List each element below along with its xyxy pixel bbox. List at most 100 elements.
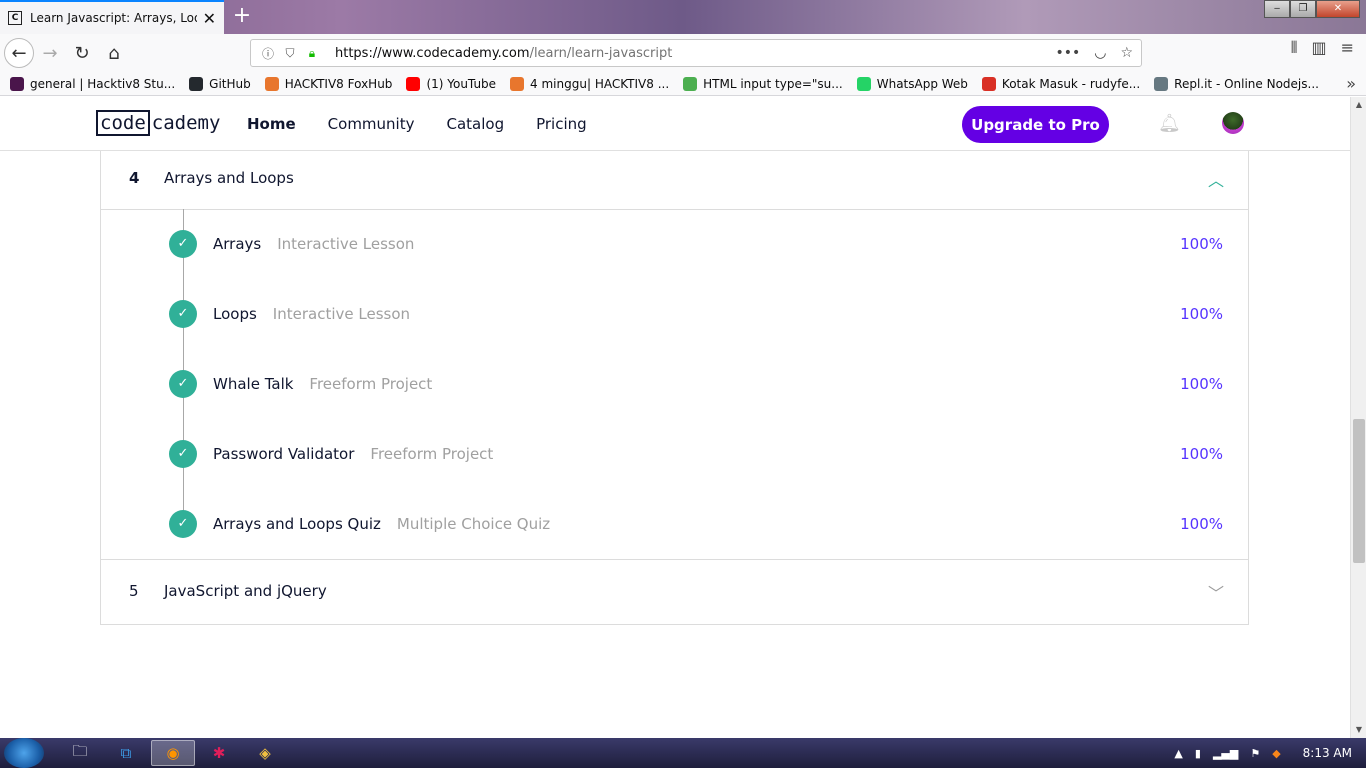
info-icon[interactable]: ⓘ [259, 45, 277, 62]
site-nav: Home Community Catalog Pricing [247, 97, 587, 151]
close-window-button[interactable]: ✕ [1316, 0, 1360, 18]
vscode-icon[interactable]: ⧉ [104, 740, 148, 766]
bookmark-label: (1) YouTube [426, 76, 497, 91]
bookmark-item[interactable]: (1) YouTube [406, 76, 497, 91]
lesson-row[interactable]: ✓ Arrays and Loops Quiz Multiple Choice Qu… [101, 489, 1248, 559]
nav-home[interactable]: Home [247, 115, 296, 133]
gitkraken-icon[interactable]: ◈ [243, 740, 287, 766]
bookmark-item[interactable]: WhatsApp Web [856, 76, 968, 91]
bookmark-label: HTML input type="su... [703, 76, 843, 91]
tracking-shield-icon[interactable]: ⛉ [281, 46, 299, 61]
bookmark-label: general | Hacktiv8 Stu... [30, 76, 176, 91]
notification-bell-icon[interactable]: 🔔︎ [1158, 113, 1181, 135]
library-icon[interactable]: ⫴ [1291, 38, 1298, 58]
nav-catalog[interactable]: Catalog [447, 115, 505, 133]
url-text[interactable]: https://www.codecademy.com/learn/learn-j… [335, 46, 1055, 61]
close-tab-icon[interactable]: ✕ [203, 9, 216, 28]
bookmark-item[interactable]: GitHub [189, 76, 251, 91]
file-explorer-icon[interactable]: 🗀 [58, 740, 102, 766]
page-content: code cademy Home Community Catalog Pricin… [0, 97, 1350, 738]
vertical-scrollbar[interactable]: ▲ ▼ [1350, 97, 1366, 738]
reload-button[interactable]: ↻ [66, 37, 98, 69]
tab-title: Learn Javascript: Arrays, Loops [30, 11, 197, 25]
url-path: /learn/learn-javascript [529, 45, 673, 61]
url-bar[interactable]: ⓘ ⛉ 🔒︎ https://www.codecademy.com/learn/… [250, 39, 1142, 67]
show-hidden-icons-icon[interactable]: ▲ [1174, 747, 1182, 760]
lesson-row[interactable]: ✓ Loops Interactive Lesson 100% [101, 279, 1248, 349]
youtube-icon [406, 76, 421, 91]
new-tab-button[interactable]: + [230, 4, 254, 28]
forward-button[interactable]: → [34, 37, 66, 69]
fox-icon [264, 76, 279, 91]
bookmark-label: Repl.it - Online Nodejs... [1174, 76, 1319, 91]
checkmark-icon: ✓ [169, 370, 197, 398]
lesson-type: Interactive Lesson [277, 235, 415, 253]
bookmark-item[interactable]: general | Hacktiv8 Stu... [10, 76, 176, 91]
logo-cademy: cademy [151, 112, 221, 134]
lesson-title[interactable]: Arrays and Loops Quiz Multiple Choice Qui… [213, 515, 550, 533]
sidebar-icon[interactable]: ▥ [1311, 38, 1326, 58]
checkmark-icon: ✓ [169, 440, 197, 468]
module-5-header[interactable]: 5 JavaScript and jQuery ﹀ [100, 559, 1249, 625]
codecademy-logo[interactable]: code cademy [96, 110, 220, 136]
browser-tab-active[interactable]: C Learn Javascript: Arrays, Loops ✕ [0, 0, 224, 34]
bookmark-item[interactable]: Kotak Masuk - rudyfe... [981, 76, 1141, 91]
lesson-title[interactable]: Password Validator Freeform Project [213, 445, 493, 463]
pocket-icon[interactable]: ◡ [1094, 45, 1106, 61]
bookmark-item[interactable]: HACKTIV8 FoxHub [264, 76, 392, 91]
lesson-list: ✓ Arrays Interactive Lesson 100% ✓ Loops Inter… [100, 209, 1249, 559]
scroll-up-icon[interactable]: ▲ [1351, 97, 1366, 113]
lesson-row[interactable]: ✓ Password Validator Freeform Project 100% [101, 419, 1248, 489]
lesson-row[interactable]: ✓ Whale Talk Freeform Project 100% [101, 349, 1248, 419]
lesson-row[interactable]: ✓ Arrays Interactive Lesson 100% [101, 209, 1248, 279]
lesson-progress: 100% [1180, 445, 1223, 463]
battery-icon[interactable]: ▮ [1195, 747, 1201, 760]
back-button[interactable]: ← [4, 38, 34, 68]
replit-icon [1154, 76, 1169, 91]
system-tray: ▲ ▮ ▂▄▆ ⚑ ◆ 8:13 AM [1174, 738, 1352, 768]
upgrade-to-pro-button[interactable]: Upgrade to Pro [962, 106, 1109, 143]
codecademy-favicon-icon: C [8, 11, 22, 25]
bookmark-item[interactable]: 4 minggu| HACKTIV8 ... [510, 76, 669, 91]
bookmark-label: Kotak Masuk - rudyfe... [1001, 76, 1141, 91]
lesson-name: Arrays [213, 235, 262, 253]
page-actions-icon[interactable]: ••• [1055, 45, 1080, 61]
slack-icon[interactable]: ✱ [197, 740, 241, 766]
scroll-down-icon[interactable]: ▼ [1351, 722, 1366, 738]
nav-pricing[interactable]: Pricing [536, 115, 587, 133]
menu-icon[interactable]: ≡ [1341, 38, 1354, 58]
more-bookmarks-icon[interactable]: » [1346, 74, 1356, 93]
minimize-button[interactable]: ‒ [1264, 0, 1290, 18]
title-bar: C Learn Javascript: Arrays, Loops ✕ + ‒ … [0, 0, 1366, 34]
navigation-bar: ← → ↻ ⌂ ⓘ ⛉ 🔒︎ https://www.codecademy.co… [0, 34, 1366, 72]
network-icon[interactable]: ⚑ [1250, 747, 1260, 760]
gmail-icon [981, 76, 996, 91]
bookmark-item[interactable]: HTML input type="su... [683, 76, 843, 91]
github-icon [189, 76, 204, 91]
lesson-progress: 100% [1180, 515, 1223, 533]
maximize-button[interactable]: ❐ [1290, 0, 1316, 18]
nav-community[interactable]: Community [328, 115, 415, 133]
chevron-up-icon[interactable]: ︿ [1208, 167, 1224, 191]
lesson-title[interactable]: Arrays Interactive Lesson [213, 235, 414, 253]
lesson-title[interactable]: Loops Interactive Lesson [213, 305, 410, 323]
lock-icon[interactable]: 🔒︎ [303, 46, 321, 61]
chevron-down-icon[interactable]: ﹀ [1208, 580, 1224, 604]
lesson-title[interactable]: Whale Talk Freeform Project [213, 375, 432, 393]
site-header: code cademy Home Community Catalog Pricin… [0, 97, 1350, 151]
module-4-header[interactable]: 4 Arrays and Loops ︿ [100, 151, 1249, 210]
scroll-thumb[interactable] [1353, 419, 1365, 563]
avatar[interactable] [1222, 112, 1244, 134]
signal-icon[interactable]: ▂▄▆ [1213, 747, 1238, 760]
module-number: 5 [129, 582, 139, 600]
w3-icon [683, 76, 698, 91]
clock[interactable]: 8:13 AM [1303, 746, 1352, 760]
bookmark-star-icon[interactable]: ☆ [1120, 45, 1133, 61]
metamask-icon[interactable]: ◆ [1272, 747, 1280, 760]
firefox-icon[interactable]: ◉ [151, 740, 195, 766]
logo-code: code [96, 110, 150, 136]
lesson-type: Freeform Project [370, 445, 494, 463]
bookmark-item[interactable]: Repl.it - Online Nodejs... [1154, 76, 1319, 91]
start-button[interactable] [4, 738, 44, 768]
home-button[interactable]: ⌂ [98, 37, 130, 69]
